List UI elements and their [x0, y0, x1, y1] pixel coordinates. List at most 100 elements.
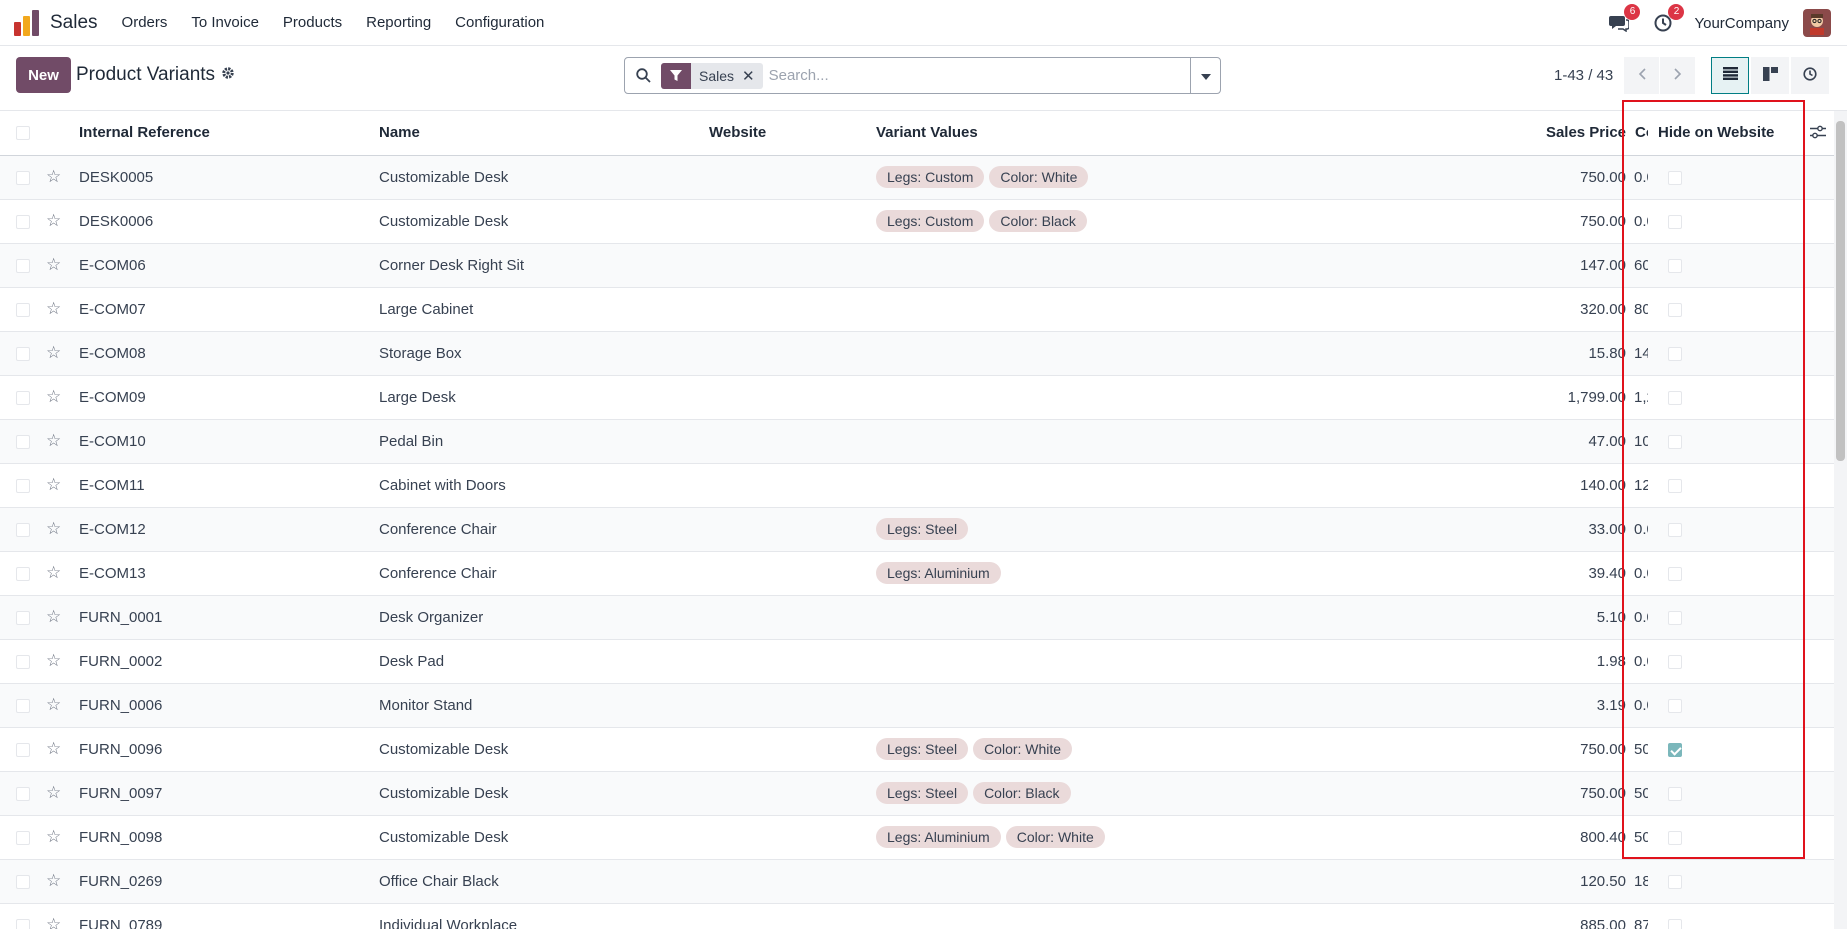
app-name[interactable]: Sales	[50, 12, 98, 34]
star-icon[interactable]: ☆	[46, 255, 61, 274]
row-select-checkbox[interactable]	[16, 434, 30, 449]
star-icon[interactable]: ☆	[46, 519, 61, 538]
table-row[interactable]: ☆ E-COM13 Conference Chair Legs: Aluminium 3…	[0, 551, 1834, 596]
column-header-internal-reference[interactable]: Internal Reference	[79, 111, 379, 156]
list-view-button[interactable]	[1711, 57, 1749, 94]
gear-icon[interactable]	[221, 64, 235, 86]
column-header-sales-price[interactable]: Sales Price	[1490, 111, 1634, 156]
star-icon[interactable]: ☆	[46, 387, 61, 406]
table-row[interactable]: ☆ FURN_0006Monitor Stand 3.190.00	[0, 683, 1834, 728]
star-icon[interactable]: ☆	[46, 871, 61, 890]
star-icon[interactable]: ☆	[46, 475, 61, 494]
star-icon[interactable]: ☆	[46, 827, 61, 846]
table-row[interactable]: ☆ FURN_0096 Customizable Desk Legs: Steel Co…	[0, 727, 1834, 772]
table-row[interactable]: ☆ FURN_0098 Customizable Desk Legs: Alumini…	[0, 815, 1834, 860]
company-switcher[interactable]: YourCompany	[1694, 15, 1789, 32]
search-input[interactable]	[768, 67, 1220, 84]
hide-on-website-checkbox[interactable]	[1668, 874, 1682, 889]
hide-on-website-checkbox[interactable]	[1668, 346, 1682, 361]
hide-on-website-checkbox[interactable]	[1668, 742, 1682, 757]
new-button[interactable]: New	[16, 57, 71, 93]
table-row[interactable]: ☆ FURN_0789Individual Workplace 885.00876.…	[0, 903, 1834, 929]
row-select-checkbox[interactable]	[16, 874, 30, 889]
table-row[interactable]: ☆ E-COM07Large Cabinet 320.00800.00	[0, 287, 1834, 332]
star-icon[interactable]: ☆	[46, 607, 61, 626]
row-select-checkbox[interactable]	[16, 302, 30, 317]
row-select-checkbox[interactable]	[16, 390, 30, 405]
table-row[interactable]: ☆ E-COM12 Conference Chair Legs: Steel 33.00…	[0, 507, 1834, 552]
remove-facet-icon[interactable]: ✕	[742, 67, 763, 85]
row-select-checkbox[interactable]	[16, 566, 30, 581]
search-options-toggle[interactable]	[1190, 57, 1221, 94]
star-icon[interactable]: ☆	[46, 431, 61, 450]
activities-clock-icon[interactable]: 2	[1650, 4, 1685, 36]
row-select-checkbox[interactable]	[16, 214, 30, 229]
hide-on-website-checkbox[interactable]	[1668, 302, 1682, 317]
row-select-checkbox[interactable]	[16, 830, 30, 845]
row-select-checkbox[interactable]	[16, 346, 30, 361]
row-select-checkbox[interactable]	[16, 654, 30, 669]
menu-configuration[interactable]: Configuration	[443, 14, 556, 31]
star-icon[interactable]: ☆	[46, 299, 61, 318]
column-header-website[interactable]: Website	[709, 111, 876, 156]
sales-app-icon[interactable]	[14, 9, 40, 36]
hide-on-website-checkbox[interactable]	[1668, 786, 1682, 801]
hide-on-website-checkbox[interactable]	[1668, 170, 1682, 185]
pager-value[interactable]: 1-43 / 43	[1554, 67, 1613, 84]
pager-previous-button[interactable]	[1624, 57, 1659, 94]
table-row[interactable]: ☆ DESK0005 Customizable Desk Legs: Custom Co…	[0, 155, 1834, 200]
hide-on-website-checkbox[interactable]	[1668, 654, 1682, 669]
hide-on-website-checkbox[interactable]	[1668, 214, 1682, 229]
table-row[interactable]: ☆ E-COM09Large Desk 1,799.001,299.00	[0, 375, 1834, 420]
table-row[interactable]: ☆ E-COM10Pedal Bin 47.0010.00	[0, 419, 1834, 464]
row-select-checkbox[interactable]	[16, 918, 30, 929]
hide-on-website-checkbox[interactable]	[1668, 522, 1682, 537]
messages-icon[interactable]: 6	[1606, 4, 1641, 36]
activity-view-button[interactable]	[1791, 57, 1829, 94]
table-row[interactable]: ☆ FURN_0097 Customizable Desk Legs: Steel Co…	[0, 771, 1834, 816]
table-row[interactable]: ☆ E-COM11Cabinet with Doors 140.00120.50	[0, 463, 1834, 508]
hide-on-website-checkbox[interactable]	[1668, 610, 1682, 625]
optional-columns-toggle-icon[interactable]	[1810, 125, 1826, 143]
row-select-checkbox[interactable]	[16, 610, 30, 625]
table-row[interactable]: ☆ FURN_0002Desk Pad 1.980.00	[0, 639, 1834, 684]
kanban-view-button[interactable]	[1751, 57, 1789, 94]
hide-on-website-checkbox[interactable]	[1668, 478, 1682, 493]
star-icon[interactable]: ☆	[46, 651, 61, 670]
table-row[interactable]: ☆ FURN_0269Office Chair Black 120.50180.00	[0, 859, 1834, 904]
row-select-checkbox[interactable]	[16, 698, 30, 713]
table-row[interactable]: ☆ FURN_0001Desk Organizer 5.100.00	[0, 595, 1834, 640]
hide-on-website-checkbox[interactable]	[1668, 434, 1682, 449]
star-icon[interactable]: ☆	[46, 783, 61, 802]
user-avatar[interactable]	[1803, 9, 1831, 37]
hide-on-website-checkbox[interactable]	[1668, 566, 1682, 581]
row-select-checkbox[interactable]	[16, 786, 30, 801]
scrollbar-thumb[interactable]	[1836, 121, 1845, 461]
hide-on-website-checkbox[interactable]	[1668, 258, 1682, 273]
hide-on-website-checkbox[interactable]	[1668, 918, 1682, 929]
vertical-scrollbar[interactable]	[1834, 111, 1847, 929]
hide-on-website-checkbox[interactable]	[1668, 830, 1682, 845]
table-row[interactable]: ☆ DESK0006 Customizable Desk Legs: Custom Co…	[0, 199, 1834, 244]
menu-products[interactable]: Products	[271, 14, 354, 31]
row-select-checkbox[interactable]	[16, 522, 30, 537]
star-icon[interactable]: ☆	[46, 211, 61, 230]
column-header-hide-label[interactable]: Hide on Website	[1658, 124, 1774, 141]
table-row[interactable]: ☆ E-COM08Storage Box 15.8014.00	[0, 331, 1834, 376]
star-icon[interactable]: ☆	[46, 563, 61, 582]
star-icon[interactable]: ☆	[46, 695, 61, 714]
menu-reporting[interactable]: Reporting	[354, 14, 443, 31]
menu-to-invoice[interactable]: To Invoice	[179, 14, 271, 31]
star-icon[interactable]: ☆	[46, 167, 61, 186]
row-select-checkbox[interactable]	[16, 478, 30, 493]
column-header-name[interactable]: Name	[379, 111, 709, 156]
row-select-checkbox[interactable]	[16, 742, 30, 757]
column-header-variant-values[interactable]: Variant Values	[876, 111, 1490, 156]
menu-orders[interactable]: Orders	[110, 14, 180, 31]
row-select-checkbox[interactable]	[16, 170, 30, 185]
star-icon[interactable]: ☆	[46, 739, 61, 758]
star-icon[interactable]: ☆	[46, 343, 61, 362]
hide-on-website-checkbox[interactable]	[1668, 698, 1682, 713]
table-row[interactable]: ☆ E-COM06Corner Desk Right Sit 147.00600.0…	[0, 243, 1834, 288]
hide-on-website-checkbox[interactable]	[1668, 390, 1682, 405]
